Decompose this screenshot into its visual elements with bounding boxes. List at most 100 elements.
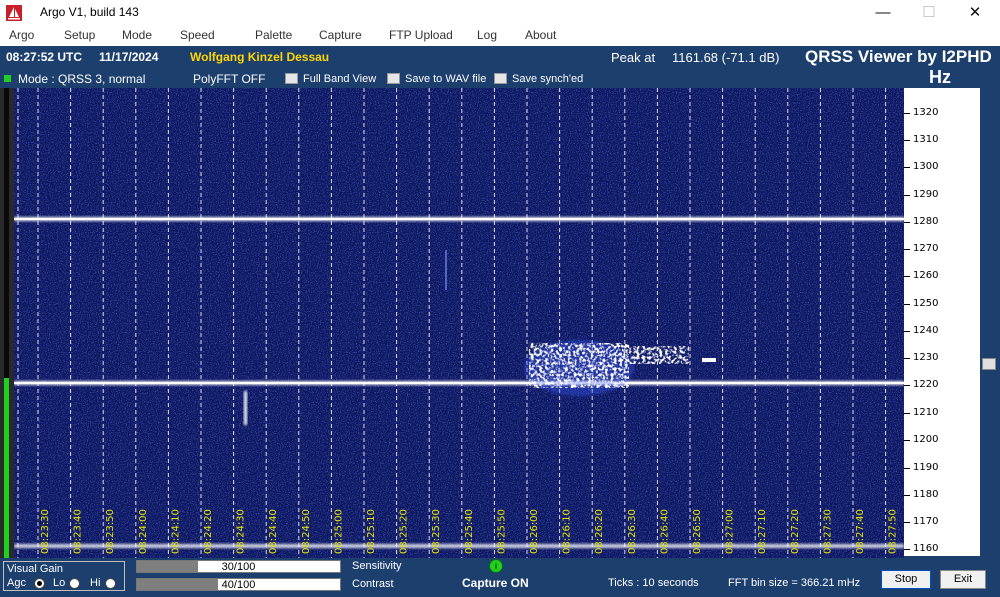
ticks-label: Ticks : 10 seconds [608,577,699,589]
hi-label: Hi [90,577,101,589]
freq-tick [904,276,910,277]
freq-label: 1170 [913,516,939,527]
contrast-slider[interactable]: 40/100 [136,578,341,591]
lo-radio[interactable] [69,578,80,589]
menu-argo[interactable]: Argo [9,28,34,42]
save-synched-checkbox[interactable] [494,73,507,84]
freq-tick [904,358,910,359]
spike-trace [244,391,247,425]
freq-tick [904,222,910,223]
menu-capture[interactable]: Capture [319,28,362,42]
agc-radio[interactable] [34,578,45,589]
time-label: 08:25:50 [496,509,507,554]
freq-tick [904,304,910,305]
freq-tick [904,468,910,469]
time-label: 08:25:30 [431,509,442,554]
full-band-label: Full Band View [303,73,377,85]
freq-label: 1300 [913,161,939,172]
time-label: 08:26:40 [659,509,670,554]
carrier-trace-upper-core [14,218,904,220]
menu-log[interactable]: Log [477,28,497,42]
scrollbar-thumb[interactable] [982,358,996,370]
time-label: 08:27:00 [725,509,736,554]
signal-level-strip [0,88,14,558]
freq-label: 1260 [913,270,939,281]
menu-bar: Argo Setup Mode Speed Palette Capture FT… [0,26,1000,46]
save-wav-checkbox[interactable] [387,73,400,84]
peak-value: 1161.68 (-71.1 dB) [672,50,780,65]
freq-label: 1280 [913,216,939,227]
freq-tick [904,385,910,386]
stop-button[interactable]: Stop [881,570,931,589]
time-label: 08:24:00 [138,509,149,554]
spectrogram[interactable]: 08:23:30 08:23:40 08:23:50 08:24:00 08:24:10… [14,88,904,558]
freq-tick [904,549,910,550]
frequency-scrollbar[interactable] [980,88,998,556]
minimize-button[interactable]: — [860,0,906,26]
time-label: 08:27:40 [855,509,866,554]
freq-label: 1200 [913,434,939,445]
save-wav-label: Save to WAV file [405,73,487,85]
agc-label: Agc [7,577,26,589]
units-label: Hz [929,67,951,87]
time-label: 08:27:20 [790,509,801,554]
menu-palette[interactable]: Palette [255,28,292,42]
time-label: 08:25:20 [399,509,410,554]
freq-tick [904,249,910,250]
date: 11/17/2024 [99,50,159,64]
visual-gain-group: Visual Gain Agc Lo Hi [3,561,125,591]
menu-setup[interactable]: Setup [64,28,95,42]
polyfft-label[interactable]: PolyFFT OFF [193,72,265,86]
time-label: 08:25:00 [333,509,344,554]
freq-label: 1290 [913,189,939,200]
save-synched-label: Save synch'ed [512,73,584,85]
sensitivity-label: Sensitivity [352,560,402,572]
menu-about[interactable]: About [525,28,556,42]
close-button[interactable]: ✕ [952,0,998,26]
time-label: 08:25:40 [464,509,475,554]
capture-status: Capture ON [462,576,529,590]
utc-time: 08:27:52 UTC [6,50,83,64]
freq-tick [904,495,910,496]
freq-label: 1190 [913,462,939,473]
time-label: 08:26:10 [562,509,573,554]
time-label: 08:24:30 [236,509,247,554]
full-band-checkbox[interactable] [285,73,298,84]
time-label: 08:24:10 [170,509,181,554]
time-label: 08:26:50 [692,509,703,554]
time-label: 08:25:10 [366,509,377,554]
time-label: 08:27:30 [822,509,833,554]
freq-label: 1230 [913,352,939,363]
visual-gain-label: Visual Gain [7,563,64,575]
freq-label: 1310 [913,134,939,145]
menu-mode[interactable]: Mode [122,28,152,42]
fft-bin-label: FFT bin size = 366.21 mHz [728,577,861,589]
frequency-axis: 1320 1310 1300 1290 1280 1270 1260 1250 … [904,88,980,556]
argo-app-icon[interactable] [6,5,22,21]
freq-label: 1270 [913,243,939,254]
freq-tick [904,113,910,114]
menu-speed[interactable]: Speed [180,28,215,42]
exit-button[interactable]: Exit [940,570,986,589]
freq-tick [904,440,910,441]
sensitivity-slider[interactable]: 30/100 [136,560,341,573]
time-label: 08:23:30 [40,509,51,554]
freq-label: 1240 [913,325,939,336]
time-label: 08:23:50 [105,509,116,554]
menu-ftp-upload[interactable]: FTP Upload [389,28,453,42]
faint-spike-trace [445,250,447,290]
time-label: 08:26:30 [627,509,638,554]
freq-label: 1250 [913,298,939,309]
maximize-button[interactable]: ☐ [906,0,952,26]
freq-label: 1210 [913,407,939,418]
time-label: 08:27:50 [888,509,899,554]
time-label: 08:26:00 [529,509,540,554]
freq-tick [904,167,910,168]
time-label: 08:24:50 [301,509,312,554]
carrier-trace-middle-core [14,382,904,384]
time-label: 08:27:10 [757,509,768,554]
sensitivity-value: 30/100 [221,561,256,573]
freq-tick [904,140,910,141]
mode-label: Mode : QRSS 3, normal [18,72,146,86]
hi-radio[interactable] [105,578,116,589]
